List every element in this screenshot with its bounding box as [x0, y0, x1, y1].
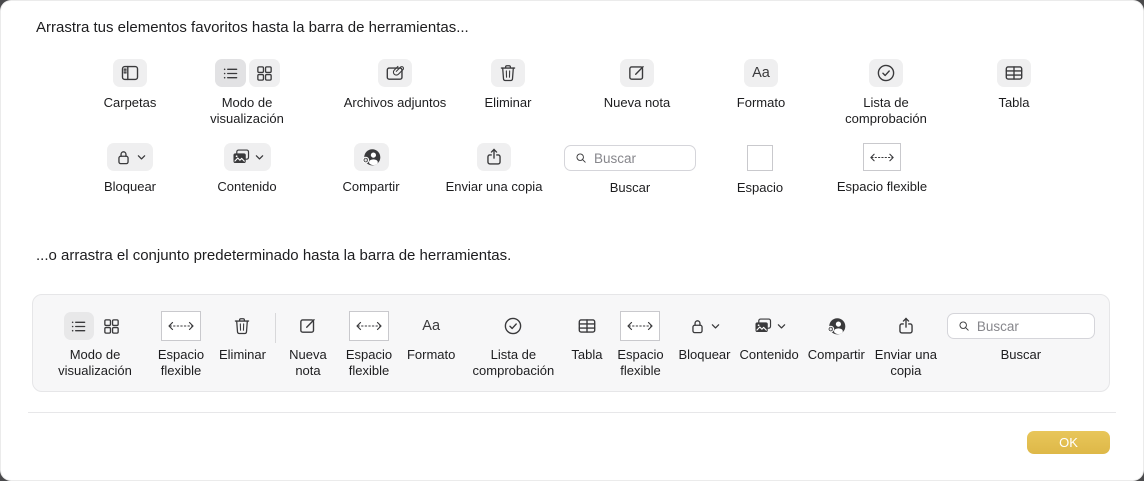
compose-icon	[620, 59, 654, 87]
check-circle-icon	[499, 312, 527, 340]
list-view-icon	[214, 59, 246, 87]
toolbar-item-modo-de-visualizacion[interactable]: Modo de visualización	[47, 311, 143, 379]
item-label: Espacio flexible	[345, 347, 393, 378]
note-paperclip-icon	[378, 59, 412, 87]
item-label: Eliminar	[219, 347, 266, 362]
flexible-space-icon	[348, 311, 389, 341]
item-label: Nueva nota	[289, 347, 327, 378]
grid-view-icon	[97, 312, 127, 340]
toolbar-item-formato[interactable]: Aa Formato	[407, 311, 455, 363]
check-circle-icon	[869, 59, 903, 87]
item-label: Formato	[406, 347, 456, 362]
list-view-icon	[63, 312, 94, 340]
add-person-icon	[353, 143, 389, 171]
item-label: Contenido	[217, 179, 277, 194]
item-label: Eliminar	[484, 95, 532, 110]
media-icon	[750, 312, 789, 340]
item-label: Tabla	[998, 95, 1030, 110]
item-label: Carpetas	[103, 95, 157, 110]
format-aa-icon: Aa	[422, 317, 441, 334]
item-label: Enviar una copia	[874, 347, 937, 378]
chevron-down-icon	[136, 152, 147, 163]
chevron-down-icon	[776, 321, 787, 332]
trash-icon	[491, 59, 525, 87]
toolbar-item-espacio-flexible[interactable]: Espacio flexible	[152, 311, 210, 379]
compose-icon	[294, 312, 322, 340]
search-placeholder: Buscar	[976, 318, 1019, 334]
item-label: Archivos adjuntos	[343, 95, 447, 110]
favorites-heading: Arrastra tus elementos favoritos hasta l…	[36, 19, 469, 36]
toolbar-item-contenido[interactable]: Contenido	[740, 311, 799, 363]
item-label: Contenido	[739, 347, 799, 362]
item-label: Espacio flexible	[157, 347, 205, 378]
table-icon	[573, 312, 601, 340]
toolbar-item-lista-de-comprobacion[interactable]: Lista de comprobación	[464, 311, 562, 379]
item-label: Lista de comprobación	[845, 95, 927, 126]
toolbar-customization-sheet: Arrastra tus elementos favoritos hasta l…	[0, 0, 1144, 481]
add-person-icon	[822, 312, 850, 340]
palette-item-tabla[interactable]: Tabla	[939, 58, 1089, 111]
item-label: Espacio	[736, 180, 784, 195]
lock-icon	[107, 143, 153, 171]
item-label: Bloquear	[678, 347, 731, 362]
item-label: Espacio flexible	[836, 179, 928, 194]
trash-icon	[228, 312, 256, 340]
share-icon	[892, 312, 920, 340]
flexible-space-icon	[863, 143, 901, 171]
toolbar-item-compartir[interactable]: Compartir	[808, 311, 865, 363]
toolbar-item-espacio-flexible[interactable]: Espacio flexible	[611, 311, 669, 379]
item-label: Lista de comprobación	[472, 347, 555, 378]
item-label: Nueva nota	[603, 95, 671, 110]
toolbar-item-buscar[interactable]: Buscar Buscar	[946, 311, 1095, 363]
item-label: Buscar	[609, 180, 651, 195]
search-input[interactable]: Buscar	[564, 145, 696, 171]
media-icon	[223, 143, 271, 171]
default-set-heading: ...o arrastra el conjunto predeterminado…	[36, 247, 512, 264]
search-icon	[957, 319, 971, 333]
palette-item-espacio-flexible[interactable]: Espacio flexible	[807, 142, 957, 195]
palette-item-eliminar[interactable]: Eliminar	[433, 58, 583, 111]
search-placeholder: Buscar	[594, 150, 637, 166]
footer-divider	[28, 412, 1116, 413]
item-label: Enviar una copia	[445, 179, 543, 194]
table-icon	[997, 59, 1031, 87]
item-label: Modo de visualización	[210, 95, 284, 126]
flexible-space-icon	[161, 311, 201, 341]
grid-view-icon	[248, 59, 280, 87]
palette-item-buscar[interactable]: Buscar Buscar	[555, 143, 705, 196]
item-label: Tabla	[571, 347, 603, 362]
toolbar-item-enviar-una-copia[interactable]: Enviar una copia	[874, 311, 938, 379]
share-icon	[477, 143, 511, 171]
palette-item-enviar-una-copia[interactable]: Enviar una copia	[419, 142, 569, 195]
item-label: Formato	[736, 95, 786, 110]
toolbar-item-bloquear[interactable]: Bloquear	[678, 311, 731, 363]
toolbar-item-espacio-flexible[interactable]: Espacio flexible	[340, 311, 398, 379]
chevron-down-icon	[254, 152, 265, 163]
toolbar-divider	[274, 313, 276, 343]
item-label: Compartir	[342, 179, 400, 194]
toolbar-item-nueva-nota[interactable]: Nueva nota	[285, 311, 331, 379]
item-label: Compartir	[807, 347, 865, 362]
item-label: Bloquear	[103, 179, 157, 194]
format-aa-icon: Aa	[744, 59, 778, 87]
item-label: Modo de visualización	[58, 347, 132, 378]
item-label: Buscar	[1000, 347, 1042, 362]
flexible-space-icon	[620, 311, 661, 341]
search-input[interactable]: Buscar	[946, 313, 1095, 339]
sidebar-icon	[113, 59, 147, 87]
space-icon	[747, 145, 773, 171]
toolbar-item-tabla[interactable]: Tabla	[571, 311, 602, 363]
toolbar-item-eliminar[interactable]: Eliminar	[219, 311, 266, 363]
palette-item-modo-de-visualizacion[interactable]: Modo de visualización	[172, 58, 322, 127]
lock-icon	[685, 312, 723, 340]
search-icon	[574, 151, 588, 165]
ok-button[interactable]: OK	[1027, 431, 1110, 454]
item-label: Espacio flexible	[617, 347, 664, 378]
chevron-down-icon	[710, 321, 721, 332]
default-toolbar-set[interactable]: Modo de visualización Espacio flexible E…	[32, 294, 1110, 392]
